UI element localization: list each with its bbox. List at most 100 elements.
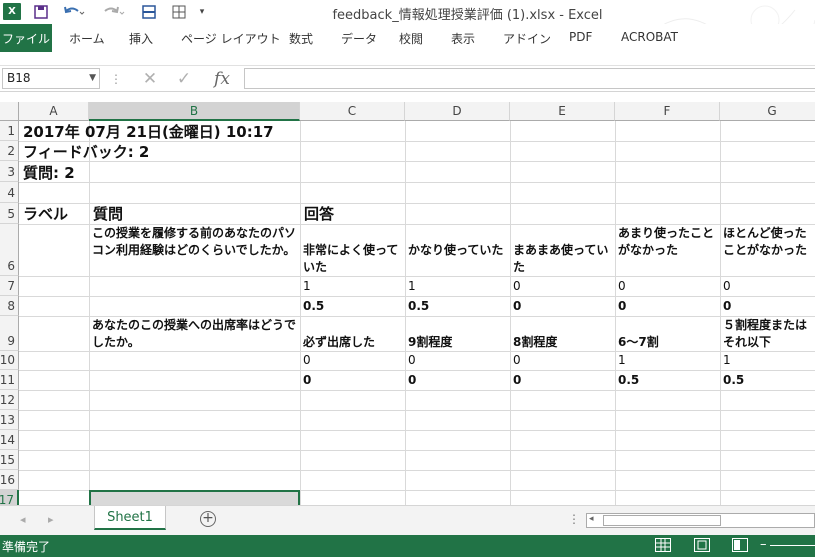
row-header-12[interactable]: 12 xyxy=(0,390,19,410)
insert-function-icon[interactable]: fx xyxy=(208,69,236,89)
cell-f9[interactable]: 6〜7割 xyxy=(618,336,659,349)
normal-view-icon[interactable] xyxy=(655,538,671,552)
select-all-corner[interactable] xyxy=(0,102,19,121)
cell-e6[interactable]: まあまあ使っていた xyxy=(513,242,613,276)
cell-f6[interactable]: あまり使ったことがなかった xyxy=(618,225,718,259)
cell-d9[interactable]: 9割程度 xyxy=(408,336,452,349)
tab-view[interactable]: 表示 xyxy=(451,30,475,47)
column-header-a[interactable]: A xyxy=(19,102,89,121)
scrollbar-thumb[interactable] xyxy=(603,515,721,526)
column-header-b[interactable]: B xyxy=(89,102,300,121)
tab-sheet1[interactable]: Sheet1 xyxy=(94,506,166,530)
tab-review[interactable]: 校閲 xyxy=(399,30,423,47)
row-header-16[interactable]: 16 xyxy=(0,470,19,490)
zoom-out-icon[interactable]: – xyxy=(760,537,767,552)
cell-f10[interactable]: 1 xyxy=(618,354,626,367)
tab-data[interactable]: データ xyxy=(341,30,377,47)
tab-acrobat[interactable]: ACROBAT xyxy=(621,30,678,44)
column-header-f[interactable]: F xyxy=(615,102,720,121)
cell-c5[interactable]: 回答 xyxy=(304,205,334,223)
zoom-slider[interactable] xyxy=(770,545,815,546)
cell-g9[interactable]: ５割程度またはそれ以下 xyxy=(723,317,815,351)
cell-b6[interactable]: この授業を履修する前のあなたのパソコン利用経験はどのくらいでしたか。 xyxy=(92,225,298,259)
gridline xyxy=(19,370,815,371)
row-header-13[interactable]: 13 xyxy=(0,410,19,430)
cell-d8[interactable]: 0.5 xyxy=(408,300,429,313)
page-break-view-icon[interactable] xyxy=(732,538,748,552)
gridline xyxy=(19,390,815,391)
cell-g8[interactable]: 0 xyxy=(723,300,731,313)
gridline xyxy=(510,121,511,505)
next-sheet-icon[interactable]: ▸ xyxy=(48,513,54,526)
cell-a1[interactable]: 2017年 07月 21日(金曜日) 10:17 xyxy=(23,123,274,141)
cell-f11[interactable]: 0.5 xyxy=(618,374,639,387)
cell-f8[interactable]: 0 xyxy=(618,300,626,313)
tab-file[interactable]: ファイル xyxy=(0,24,52,52)
row-header-4[interactable]: 4 xyxy=(0,182,19,203)
cell-d6[interactable]: かなり使っていた xyxy=(408,242,508,259)
row-header-6[interactable]: 6 xyxy=(0,224,19,276)
column-header-g[interactable]: G xyxy=(720,102,815,121)
cell-e9[interactable]: 8割程度 xyxy=(513,336,557,349)
cell-b9[interactable]: あなたのこの授業への出席率はどうでしたか。 xyxy=(92,317,298,351)
selected-cell-b18[interactable] xyxy=(89,490,300,505)
cell-d7[interactable]: 1 xyxy=(408,280,416,293)
cell-g6[interactable]: ほとんど使ったことがなかった xyxy=(723,225,815,259)
cell-a5[interactable]: ラベル xyxy=(23,205,68,223)
row-header-8[interactable]: 8 xyxy=(0,296,19,316)
row-header-14[interactable]: 14 xyxy=(0,430,19,450)
cell-b5[interactable]: 質問 xyxy=(93,205,123,223)
tab-splitter-icon[interactable]: ⋮ xyxy=(568,512,580,526)
formula-input[interactable] xyxy=(244,68,815,89)
row-header-7[interactable]: 7 xyxy=(0,276,19,296)
enter-check-icon[interactable]: ✓ xyxy=(172,69,196,89)
cell-f7[interactable]: 0 xyxy=(618,280,626,293)
tab-insert[interactable]: 挿入 xyxy=(129,30,153,47)
cell-g10[interactable]: 1 xyxy=(723,354,731,367)
scroll-left-icon[interactable]: ◂ xyxy=(589,514,594,524)
cell-g7[interactable]: 0 xyxy=(723,280,731,293)
page-layout-view-icon[interactable] xyxy=(694,538,710,552)
row-header-9[interactable]: 9 xyxy=(0,316,19,351)
cell-e8[interactable]: 0 xyxy=(513,300,521,313)
cell-g11[interactable]: 0.5 xyxy=(723,374,744,387)
tab-addins[interactable]: アドイン xyxy=(503,30,551,47)
row-header-2[interactable]: 2 xyxy=(0,141,19,161)
tab-pdf[interactable]: PDF xyxy=(569,30,592,44)
column-header-c[interactable]: C xyxy=(300,102,405,121)
gridline xyxy=(19,450,815,451)
row-header-11[interactable]: 11 xyxy=(0,370,19,390)
cell-c10[interactable]: 0 xyxy=(303,354,311,367)
add-sheet-icon[interactable]: + xyxy=(200,511,216,527)
row-header-5[interactable]: 5 xyxy=(0,203,19,224)
cell-c11[interactable]: 0 xyxy=(303,374,311,387)
cell-e7[interactable]: 0 xyxy=(513,280,521,293)
cell-e11[interactable]: 0 xyxy=(513,374,521,387)
horizontal-scrollbar[interactable]: ◂ xyxy=(586,513,815,528)
cell-a3[interactable]: 質問: 2 xyxy=(23,164,75,182)
cell-d11[interactable]: 0 xyxy=(408,374,416,387)
cell-c7[interactable]: 1 xyxy=(303,280,311,293)
chevron-down-icon[interactable]: ▼ xyxy=(89,69,96,88)
cell-e10[interactable]: 0 xyxy=(513,354,521,367)
column-header-e[interactable]: E xyxy=(510,102,615,121)
cell-d10[interactable]: 0 xyxy=(408,354,416,367)
row-header-10[interactable]: 10 xyxy=(0,351,19,370)
cell-a2[interactable]: フィードバック: 2 xyxy=(23,143,149,161)
column-header-d[interactable]: D xyxy=(405,102,510,121)
name-box[interactable]: B18 ▼ xyxy=(2,68,100,89)
sheet-tab-bar: ◂ ▸ Sheet1 + ⋮ ◂ xyxy=(0,505,815,535)
row-header-3[interactable]: 3 xyxy=(0,161,19,182)
cell-c9[interactable]: 必ず出席した xyxy=(303,336,375,349)
tab-home[interactable]: ホーム xyxy=(69,30,105,47)
cancel-icon[interactable]: ✕ xyxy=(138,69,162,89)
tab-page-layout[interactable]: ページ レイアウト xyxy=(181,30,281,47)
cell-c6[interactable]: 非常によく使っていた xyxy=(303,242,403,276)
cell-c8[interactable]: 0.5 xyxy=(303,300,324,313)
spreadsheet-grid[interactable]: A B C D E F G 1 2 3 4 5 6 7 8 9 10 11 12… xyxy=(0,102,815,505)
row-header-15[interactable]: 15 xyxy=(0,450,19,470)
tab-formulas[interactable]: 数式 xyxy=(289,30,313,47)
prev-sheet-icon[interactable]: ◂ xyxy=(20,513,26,526)
row-header-17[interactable]: 17 xyxy=(0,490,19,505)
row-header-1[interactable]: 1 xyxy=(0,121,19,141)
